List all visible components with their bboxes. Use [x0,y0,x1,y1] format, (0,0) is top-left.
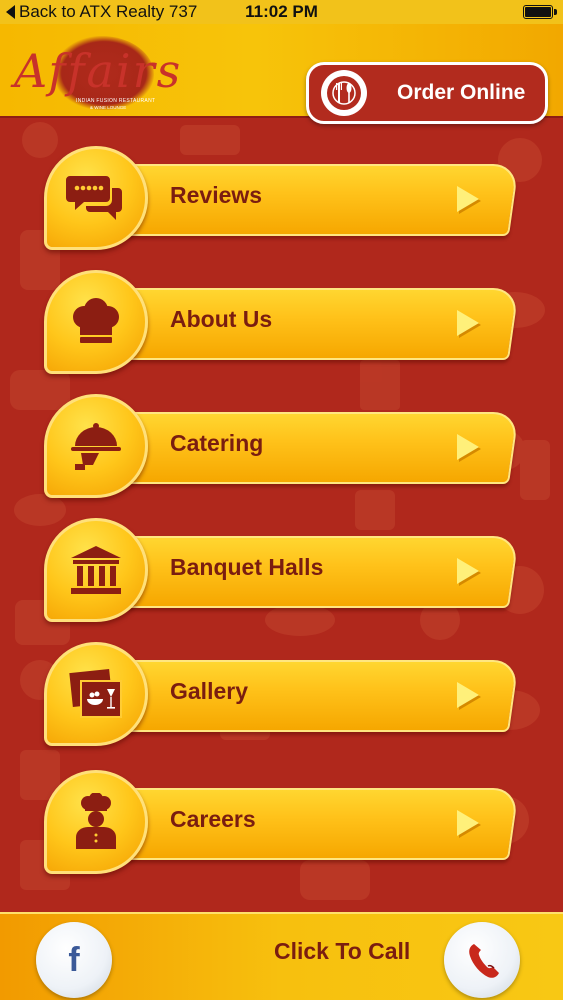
status-bar: Back to ATX Realty 737 11:02 PM [0,0,563,24]
status-time: 11:02 PM [245,2,318,21]
menu-item-label: Catering [170,430,264,456]
app-header: Affairs INDIAN FUSION RESTAURANT & WINE … [0,24,563,124]
click-to-call-label[interactable]: Click To Call [274,938,410,965]
menu-item-careers[interactable]: Careers [44,768,520,878]
chef-person-icon [44,770,148,874]
serving-cloche-icon [44,394,148,498]
reviews-icon [44,146,148,250]
call-button[interactable] [444,922,520,998]
building-columns-icon [44,518,148,622]
menu-item-reviews[interactable]: Reviews [44,144,520,254]
order-online-button[interactable]: Order Online [306,62,548,124]
footer-bar: f Click To Call [0,912,563,1000]
photo-food-icon [44,642,148,746]
battery-icon [523,5,557,19]
menu-item-about-us[interactable]: About Us [44,268,520,378]
menu-item-label: Careers [170,806,256,832]
menu-item-label: Gallery [170,678,248,704]
phone-handset-icon [469,944,499,978]
menu-item-gallery[interactable]: Gallery [44,640,520,750]
chevron-right-icon [457,310,479,336]
menu-item-banquet-halls[interactable]: Banquet Halls [44,516,520,626]
chevron-right-icon [457,434,479,460]
menu-item-catering[interactable]: Catering [44,392,520,502]
chevron-right-icon [457,558,479,584]
plate-cutlery-icon [321,70,367,116]
order-online-label: Order Online [397,81,526,104]
facebook-button[interactable]: f [36,922,112,998]
menu-item-label: Reviews [170,182,263,208]
chevron-right-icon [457,810,479,836]
chef-hat-icon [44,270,148,374]
chevron-right-icon [457,682,479,708]
menu-item-label: Banquet Halls [170,554,324,580]
restaurant-logo: Affairs INDIAN FUSION RESTAURANT & WINE … [14,36,184,114]
menu-item-label: About Us [170,306,273,332]
chevron-right-icon [457,186,479,212]
facebook-icon: f [68,940,80,979]
